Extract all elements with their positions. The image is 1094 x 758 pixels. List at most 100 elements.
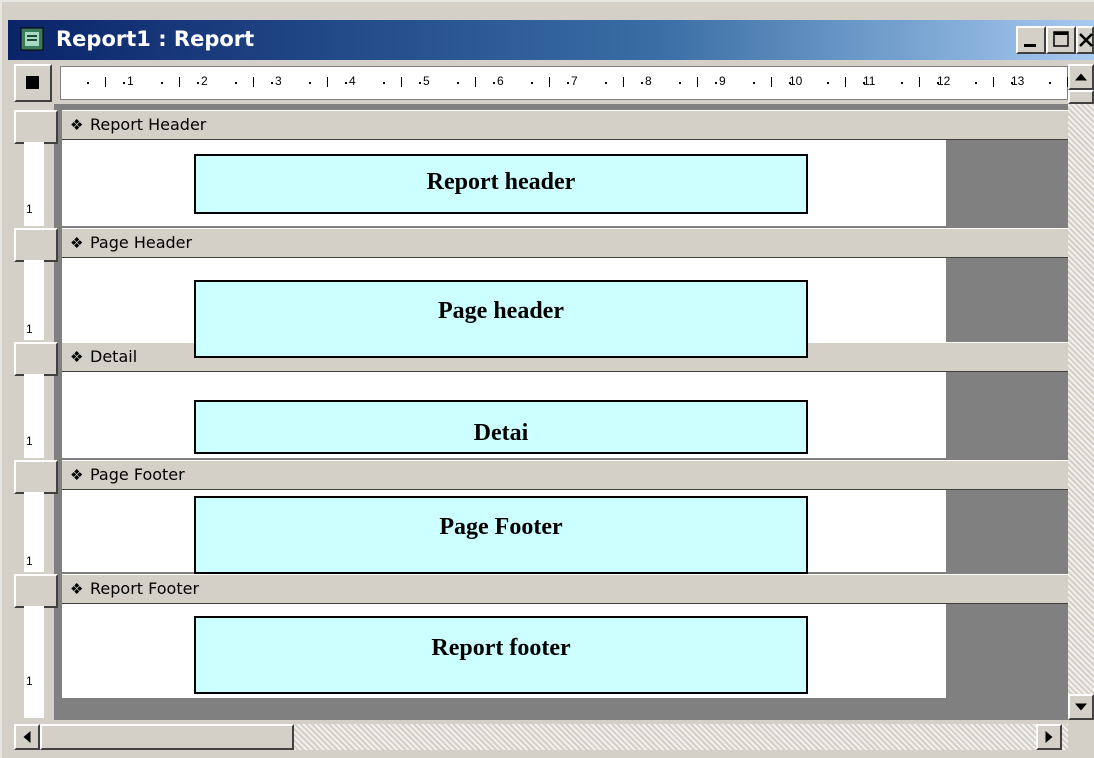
close-icon bbox=[1079, 33, 1093, 47]
section-selector-report-header[interactable] bbox=[14, 110, 58, 144]
ruler-dot bbox=[567, 82, 569, 84]
vertical-ruler-segment: 1 bbox=[24, 606, 44, 718]
ruler-dot bbox=[383, 82, 385, 84]
arrow-down-icon bbox=[1075, 703, 1087, 711]
ruler-number: 3 bbox=[275, 74, 282, 88]
maximize-button[interactable] bbox=[1046, 26, 1076, 54]
scroll-down-button[interactable] bbox=[1068, 694, 1094, 720]
label-report-header[interactable]: Report header bbox=[194, 154, 808, 214]
band-page-header[interactable]: ❖ Page Header bbox=[62, 228, 1068, 259]
ruler-dot bbox=[901, 82, 903, 84]
ruler-number: 9 bbox=[719, 74, 726, 88]
vertical-ruler-mark: 1 bbox=[26, 434, 33, 448]
section-margin bbox=[946, 372, 1068, 458]
ruler-dot bbox=[975, 82, 977, 84]
vertical-ruler-segment: 1 bbox=[24, 260, 44, 340]
ruler-dot bbox=[123, 82, 125, 84]
arrow-up-icon bbox=[1075, 73, 1087, 81]
arrow-left-icon bbox=[23, 731, 31, 743]
band-collapse-icon: ❖ bbox=[70, 467, 84, 484]
scroll-left-button[interactable] bbox=[14, 724, 40, 750]
band-report-footer[interactable]: ❖ Report Footer bbox=[62, 574, 1068, 605]
minimize-button[interactable] bbox=[1016, 26, 1046, 54]
ruler-dot bbox=[789, 82, 791, 84]
section-selector-page-footer[interactable] bbox=[14, 460, 58, 494]
ruler-dot bbox=[457, 82, 459, 84]
vertical-ruler-mark: 1 bbox=[26, 322, 33, 336]
ruler-tick bbox=[475, 77, 476, 87]
ruler-dot bbox=[827, 82, 829, 84]
maximize-icon bbox=[1053, 31, 1069, 47]
close-button[interactable] bbox=[1076, 26, 1094, 54]
ruler-number: 5 bbox=[423, 74, 430, 88]
band-collapse-icon: ❖ bbox=[70, 581, 84, 598]
horizontal-ruler[interactable]: 1 2 3 4 5 6 7 8 9 10 11 12 13 bbox=[60, 66, 1087, 100]
ruler-tick bbox=[327, 77, 328, 87]
ruler-dot bbox=[641, 82, 643, 84]
ruler-dot bbox=[863, 82, 865, 84]
label-detail[interactable]: Detai bbox=[194, 400, 808, 454]
ruler-tick bbox=[845, 77, 846, 87]
band-label: Report Footer bbox=[90, 579, 200, 598]
ruler-tick bbox=[771, 77, 772, 87]
label-page-header[interactable]: Page header bbox=[194, 280, 808, 358]
vertical-scroll-thumb[interactable] bbox=[1068, 90, 1094, 104]
ruler-dot bbox=[345, 82, 347, 84]
vertical-ruler-segment: 1 bbox=[24, 142, 44, 226]
ruler-number: 11 bbox=[863, 74, 876, 88]
ruler-dot bbox=[235, 82, 237, 84]
ruler-dot bbox=[419, 82, 421, 84]
ruler-tick bbox=[623, 77, 624, 87]
ruler-number: 2 bbox=[201, 74, 208, 88]
section-margin bbox=[946, 490, 1068, 572]
report-selector-box bbox=[26, 76, 39, 89]
ruler-dot bbox=[493, 82, 495, 84]
band-report-header[interactable]: ❖ Report Header bbox=[62, 110, 1068, 141]
ruler-dot bbox=[605, 82, 607, 84]
band-page-footer[interactable]: ❖ Page Footer bbox=[62, 460, 1068, 491]
vertical-scrollbar[interactable] bbox=[1068, 64, 1094, 720]
section-selector-page-header[interactable] bbox=[14, 228, 58, 262]
ruler-number: 8 bbox=[645, 74, 652, 88]
label-report-footer[interactable]: Report footer bbox=[194, 616, 808, 694]
ruler-number: 6 bbox=[497, 74, 504, 88]
ruler-dot bbox=[1049, 82, 1051, 84]
section-selector-detail[interactable] bbox=[14, 342, 58, 376]
section-selector-report-footer[interactable] bbox=[14, 574, 58, 608]
ruler-tick bbox=[549, 77, 550, 87]
vertical-ruler-segment: 1 bbox=[24, 492, 44, 572]
scroll-up-button[interactable] bbox=[1068, 64, 1094, 90]
ruler-dot bbox=[715, 82, 717, 84]
report-window-icon[interactable] bbox=[20, 27, 44, 51]
band-label: Page Footer bbox=[90, 465, 185, 484]
band-label: Report Header bbox=[90, 115, 207, 134]
band-label: Page Header bbox=[90, 233, 193, 252]
window-title: Report1 : Report bbox=[56, 27, 255, 51]
band-label: Detail bbox=[90, 347, 138, 366]
ruler-tick bbox=[993, 77, 994, 87]
ruler-dot bbox=[937, 82, 939, 84]
ruler-number: 13 bbox=[1011, 74, 1025, 88]
section-margin bbox=[946, 258, 1068, 342]
ruler-tick bbox=[253, 77, 254, 87]
vertical-ruler-mark: 1 bbox=[26, 202, 33, 216]
arrow-right-icon bbox=[1045, 731, 1053, 743]
label-page-footer[interactable]: Page Footer bbox=[194, 496, 808, 574]
ruler-dot bbox=[161, 82, 163, 84]
vertical-ruler-mark: 1 bbox=[26, 554, 33, 568]
ruler-dot bbox=[531, 82, 533, 84]
ruler-dot bbox=[271, 82, 273, 84]
band-collapse-icon: ❖ bbox=[70, 349, 84, 366]
ruler-dot bbox=[1011, 82, 1013, 84]
section-margin bbox=[946, 604, 1068, 698]
ruler-dot bbox=[753, 82, 755, 84]
scroll-right-button[interactable] bbox=[1036, 724, 1062, 750]
ruler-tick bbox=[401, 77, 402, 87]
ruler-number: 1 bbox=[127, 74, 134, 88]
ruler-tick bbox=[697, 77, 698, 87]
horizontal-scroll-thumb[interactable] bbox=[40, 724, 294, 750]
ruler-number: 12 bbox=[937, 74, 951, 88]
minimize-icon bbox=[1024, 44, 1036, 47]
ruler-number: 4 bbox=[349, 74, 356, 88]
section-margin bbox=[946, 140, 1068, 226]
